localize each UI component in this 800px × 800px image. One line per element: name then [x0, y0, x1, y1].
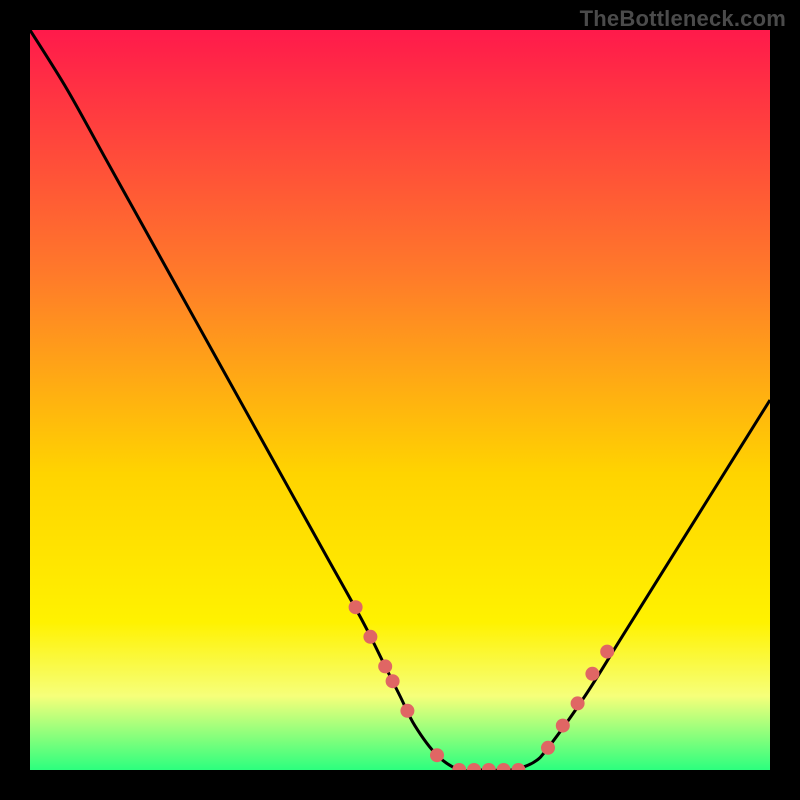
- marker-dot: [452, 763, 466, 770]
- marker-dot: [482, 763, 496, 770]
- marker-dot: [430, 748, 444, 762]
- chart-overlay: [30, 30, 770, 770]
- marker-dot: [378, 659, 392, 673]
- watermark-text: TheBottleneck.com: [580, 6, 786, 32]
- marker-dot: [556, 719, 570, 733]
- marker-dot: [349, 600, 363, 614]
- chart-stage: TheBottleneck.com: [0, 0, 800, 800]
- plot-area: [30, 30, 770, 770]
- marker-dot: [571, 696, 585, 710]
- bottleneck-curve-path: [30, 30, 770, 770]
- marker-dot: [600, 645, 614, 659]
- marker-dot: [400, 704, 414, 718]
- marker-dot: [585, 667, 599, 681]
- marker-dot: [363, 630, 377, 644]
- marker-dot: [541, 741, 555, 755]
- marker-dot: [467, 763, 481, 770]
- marker-dot: [511, 763, 525, 770]
- marker-dot: [497, 763, 511, 770]
- marker-dot: [386, 674, 400, 688]
- marker-group: [349, 600, 615, 770]
